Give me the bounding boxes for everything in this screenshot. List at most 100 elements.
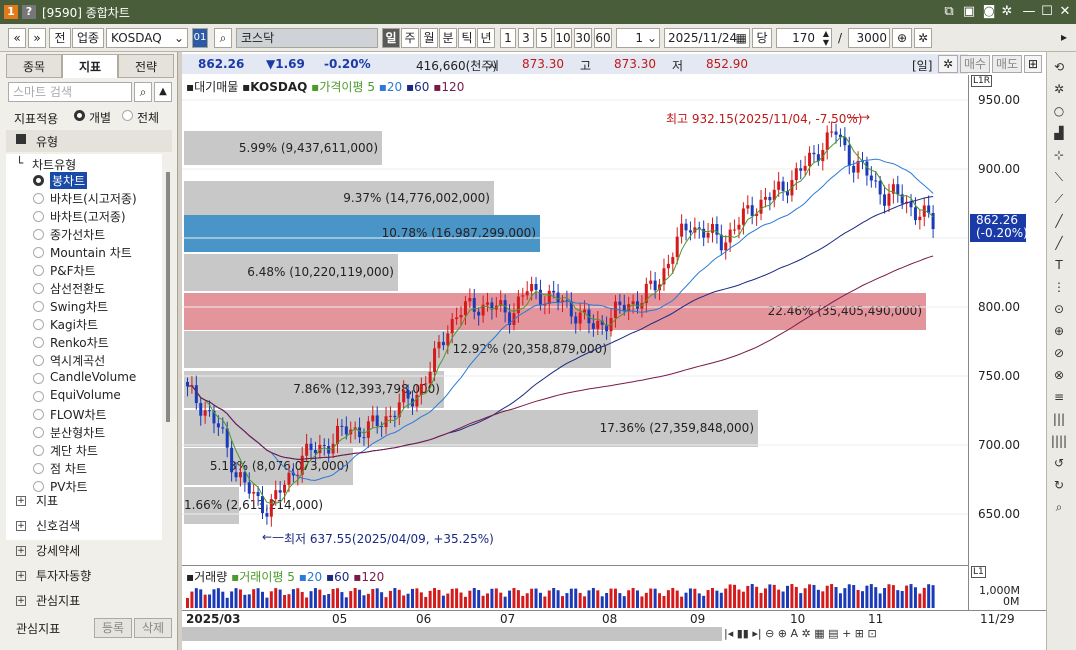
nav-prev-button[interactable]: « bbox=[8, 28, 26, 48]
link-icon[interactable]: ⧉ bbox=[940, 3, 958, 21]
gear-icon[interactable]: ✲ bbox=[998, 3, 1016, 21]
symbol-select[interactable]: KOSDAQ ⌄ bbox=[106, 28, 188, 48]
chart-type-item[interactable]: FLOW차트 bbox=[50, 406, 107, 423]
undo-icon[interactable]: ↺ bbox=[1050, 454, 1068, 472]
chart-type-item[interactable]: 계단 차트 bbox=[50, 442, 98, 459]
count-stepper[interactable]: 170 ▲ ▼ bbox=[776, 28, 832, 48]
tab-stock[interactable]: 종목 bbox=[6, 54, 62, 78]
save-icon[interactable]: ▣ bbox=[960, 3, 978, 21]
grid-lines-icon[interactable]: ||| bbox=[1050, 410, 1068, 428]
zoom-in-icon[interactable]: ⊕ bbox=[778, 627, 787, 640]
period-tab-0[interactable]: 일 bbox=[382, 28, 400, 48]
interval-button-5[interactable]: 60 bbox=[594, 28, 612, 48]
fib-icon[interactable]: ⋮ bbox=[1050, 278, 1068, 296]
table-icon[interactable]: ▦ bbox=[814, 627, 824, 640]
register-button[interactable]: 등록 bbox=[94, 618, 132, 638]
search-icon[interactable]: ⌕ bbox=[1050, 498, 1068, 516]
plus-icon[interactable]: + bbox=[842, 627, 851, 640]
interval-button-1[interactable]: 3 bbox=[518, 28, 534, 48]
calendar-icon[interactable]: ▦ bbox=[736, 29, 747, 47]
font-icon[interactable]: A bbox=[791, 627, 799, 640]
search-icon[interactable]: ⌕ bbox=[134, 82, 152, 102]
chart-type-item[interactable]: P&F차트 bbox=[50, 262, 96, 279]
fan-lines-icon[interactable]: |||| bbox=[1050, 432, 1068, 450]
radio-chart-type[interactable] bbox=[33, 409, 44, 420]
date-field[interactable]: 2025/11/24 ▦ bbox=[664, 28, 750, 48]
radio-chart-type[interactable] bbox=[33, 337, 44, 348]
max-count-field[interactable]: 3000 bbox=[848, 28, 890, 48]
tab-strategy[interactable]: 전략 bbox=[118, 54, 174, 78]
radio-chart-type[interactable] bbox=[33, 301, 44, 312]
circle-icon[interactable]: ○ bbox=[1050, 102, 1068, 120]
chart-scrollbar[interactable] bbox=[182, 627, 722, 641]
fit-icon[interactable]: ⊡ bbox=[868, 627, 877, 640]
radio-chart-type[interactable] bbox=[33, 481, 44, 492]
chart-type-item[interactable]: 분산형차트 bbox=[50, 424, 105, 441]
radio-chart-type[interactable] bbox=[33, 229, 44, 240]
section-2[interactable]: 신호검색 bbox=[36, 517, 80, 534]
period-tab-4[interactable]: 틱 bbox=[458, 28, 476, 48]
radio-chart-type[interactable] bbox=[33, 211, 44, 222]
settings-icon[interactable]: ✲ bbox=[914, 28, 932, 48]
chart-type-item[interactable]: Kagi차트 bbox=[50, 316, 98, 333]
ray-icon[interactable]: ⟋ bbox=[1050, 190, 1068, 208]
scroll-right-icon[interactable]: ▸ bbox=[1058, 28, 1070, 48]
nav-next-button[interactable]: » bbox=[28, 28, 46, 48]
chart-type-item[interactable]: 봉차트 bbox=[50, 172, 88, 189]
chart-type-item[interactable]: 종가선차트 bbox=[50, 226, 105, 243]
chart-type-item[interactable]: 점 차트 bbox=[50, 460, 87, 477]
expand-icon[interactable]: ⊞ bbox=[1024, 55, 1042, 73]
gear-icon[interactable]: ✲ bbox=[1050, 80, 1068, 98]
radio-chart-type[interactable] bbox=[33, 427, 44, 438]
radio-chart-type[interactable] bbox=[33, 463, 44, 474]
interval-button-4[interactable]: 30 bbox=[574, 28, 592, 48]
delete-button[interactable]: 삭제 bbox=[134, 618, 172, 638]
split-icon[interactable]: ⊞ bbox=[855, 627, 864, 640]
help-icon[interactable]: ? bbox=[22, 5, 36, 19]
text-icon[interactable]: T bbox=[1050, 256, 1068, 274]
stepper-icon[interactable]: ▲ ▼ bbox=[823, 29, 829, 47]
tab-indicator[interactable]: 지표 bbox=[62, 54, 118, 78]
radio-chart-type[interactable] bbox=[33, 319, 44, 330]
minimize-icon[interactable]: — bbox=[1020, 3, 1038, 21]
chart-type-item[interactable]: 바차트(시고저종) bbox=[50, 190, 137, 207]
section-5[interactable]: 관심지표 bbox=[36, 592, 80, 609]
radio-chart-type[interactable] bbox=[33, 175, 44, 186]
buy-button[interactable]: 매수 bbox=[960, 55, 990, 73]
chart-type-item[interactable]: 바차트(고저종) bbox=[50, 208, 126, 225]
expand-icon[interactable]: + bbox=[16, 546, 26, 556]
expand-icon[interactable]: + bbox=[16, 571, 26, 581]
period-tab-5[interactable]: 년 bbox=[477, 28, 495, 48]
chart-type-item[interactable]: Mountain 차트 bbox=[50, 244, 132, 261]
industry-button[interactable]: 업종 bbox=[72, 28, 104, 48]
section-type-header[interactable]: 유형 bbox=[6, 130, 172, 152]
chart-type-item[interactable]: CandleVolume bbox=[50, 370, 136, 384]
sell-button[interactable]: 매도 bbox=[992, 55, 1022, 73]
section-3[interactable]: 강세약세 bbox=[36, 542, 80, 559]
interval-button-0[interactable]: 1 bbox=[500, 28, 516, 48]
gear-icon[interactable]: ✲ bbox=[802, 627, 811, 640]
first-icon[interactable]: |◂ bbox=[724, 627, 733, 640]
chart-type-item[interactable]: Swing차트 bbox=[50, 298, 108, 315]
refresh-icon[interactable]: ⟲ bbox=[1050, 58, 1068, 76]
radio-chart-type[interactable] bbox=[33, 193, 44, 204]
section-1[interactable]: 지표 bbox=[36, 492, 58, 509]
trend-line-icon[interactable]: ⟍ bbox=[1050, 168, 1068, 186]
zoom-out-icon[interactable]: ⊖ bbox=[765, 627, 774, 640]
interval-button-2[interactable]: 5 bbox=[536, 28, 552, 48]
expand-icon[interactable]: + bbox=[16, 496, 26, 506]
channel-icon[interactable]: ≡ bbox=[1050, 388, 1068, 406]
redo-icon[interactable]: ↻ bbox=[1050, 476, 1068, 494]
next-icon[interactable]: ▸| bbox=[752, 627, 761, 640]
bar-chart-icon[interactable]: ▟ bbox=[1050, 124, 1068, 142]
period-tab-2[interactable]: 월 bbox=[420, 28, 438, 48]
expand-icon[interactable]: + bbox=[16, 521, 26, 531]
magnifier-icon[interactable]: ⊙ bbox=[1050, 300, 1068, 318]
chart-settings-icon[interactable]: ✲ bbox=[938, 55, 958, 73]
interval-button-3[interactable]: 10 bbox=[554, 28, 572, 48]
radio-chart-type[interactable] bbox=[33, 265, 44, 276]
zoom-in-icon[interactable]: ⊕ bbox=[1050, 322, 1068, 340]
period-value-select[interactable]: 1 ⌄ bbox=[616, 28, 660, 48]
radio-chart-type[interactable] bbox=[33, 247, 44, 258]
chart-type-item[interactable]: EquiVolume bbox=[50, 388, 121, 402]
